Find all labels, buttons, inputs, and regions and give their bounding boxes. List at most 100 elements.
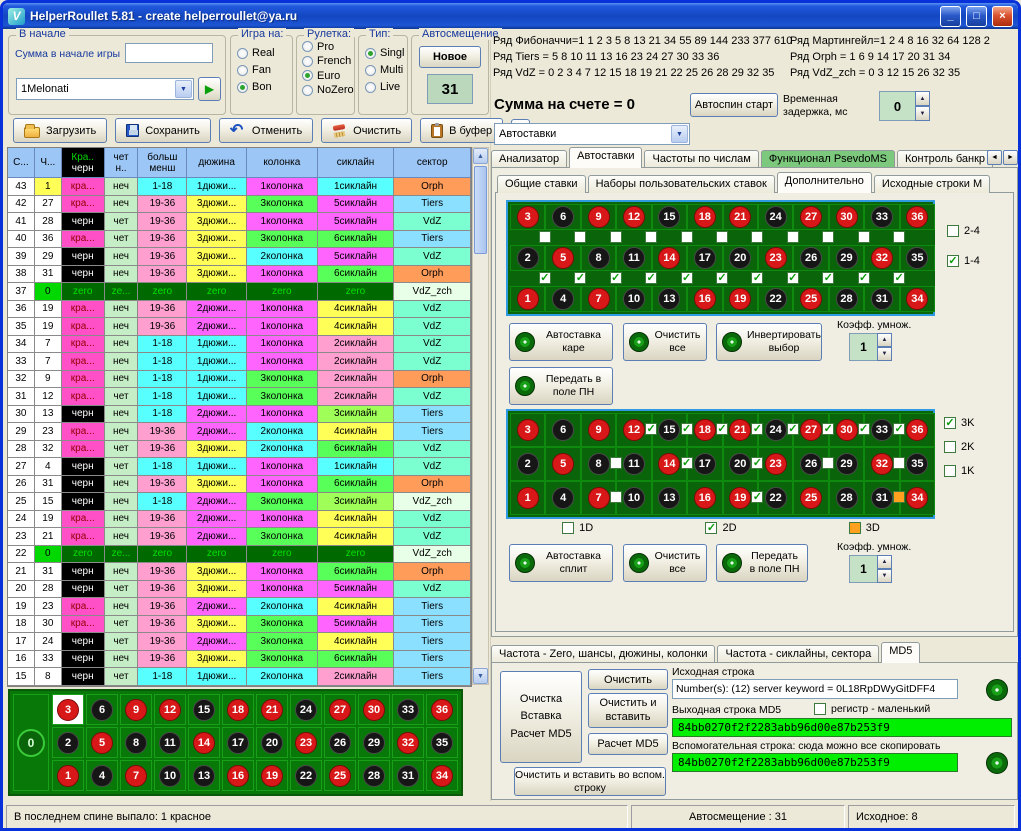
number-cell-9[interactable]: 9 — [581, 413, 616, 447]
bet-checkbox[interactable] — [681, 457, 693, 469]
table-row[interactable]: 2131черннеч19-363дюжи...1колонка6сиклайн… — [8, 563, 471, 581]
number-cell-32[interactable]: 32 — [864, 245, 899, 271]
table-row[interactable]: 2028чернчет19-363дюжи...1колонка5сиклайн… — [8, 581, 471, 599]
preset-dropdown[interactable]: 1Melonati — [16, 78, 194, 100]
number-cell-1[interactable]: 1 — [510, 481, 545, 515]
number-cell-34[interactable]: 34 — [900, 286, 935, 312]
board-number-cell-35[interactable]: 35 — [426, 727, 458, 758]
board-number-cell-20[interactable]: 20 — [256, 727, 288, 758]
number-cell-5[interactable]: 5 — [545, 447, 580, 481]
bet-checkbox[interactable] — [751, 272, 763, 284]
bet-checkbox[interactable] — [716, 423, 728, 435]
bet-checkbox[interactable] — [645, 231, 657, 243]
autostakes-dropdown[interactable]: Автоставки — [494, 123, 690, 145]
koeff-kare-spinner[interactable]: 1 — [849, 333, 892, 361]
board-number-cell-24[interactable]: 24 — [290, 694, 322, 725]
number-cell-25[interactable]: 25 — [793, 286, 828, 312]
table-row[interactable]: 2631черннеч19-363дюжи...1колонка6сиклайн… — [8, 476, 471, 494]
bet-checkbox[interactable] — [893, 491, 905, 503]
board-number-cell-15[interactable]: 15 — [188, 694, 220, 725]
radio-game-bon[interactable]: Bon — [237, 81, 286, 93]
board-number-cell-32[interactable]: 32 — [392, 727, 424, 758]
table-row[interactable]: 3619кра...неч19-362дюжи...1колонка4сикла… — [8, 301, 471, 319]
range-check-1-4[interactable]: 1-4 — [947, 255, 980, 267]
board-number-cell-30[interactable]: 30 — [358, 694, 390, 725]
radio-type-multi[interactable]: Multi — [365, 64, 401, 76]
table-row[interactable]: 3831черннеч19-363дюжи...1колонка6сиклайн… — [8, 266, 471, 284]
bet-checkbox[interactable] — [681, 231, 693, 243]
number-cell-10[interactable]: 10 — [616, 286, 651, 312]
number-cell-28[interactable]: 28 — [829, 286, 864, 312]
number-cell-36[interactable]: 36 — [900, 204, 935, 230]
board-number-cell-2[interactable]: 2 — [52, 727, 84, 758]
board-number-cell-19[interactable]: 19 — [256, 760, 288, 791]
toolbar-button-сохранить[interactable]: Сохранить — [115, 118, 211, 143]
dropdown-arrow-icon[interactable] — [175, 80, 192, 98]
number-cell-33[interactable]: 33 — [864, 204, 899, 230]
table-row[interactable]: 370zeroze...zerozerozerozeroVdZ_zch — [8, 283, 471, 301]
bet-checkbox[interactable] — [787, 231, 799, 243]
table-row[interactable]: 2419кра...неч19-362дюжи...1колонка4сикла… — [8, 511, 471, 529]
bet-checkbox[interactable] — [539, 272, 551, 284]
number-cell-28[interactable]: 28 — [829, 481, 864, 515]
table-row[interactable]: 2515черннеч1-182дюжи...3колонка3сиклайнV… — [8, 493, 471, 511]
bet-checkbox[interactable] — [751, 491, 763, 503]
start-sum-input[interactable] — [125, 43, 213, 63]
radio-roulette-nozero[interactable]: NoZero — [302, 84, 349, 96]
number-cell-16[interactable]: 16 — [687, 481, 722, 515]
board-number-cell-23[interactable]: 23 — [290, 727, 322, 758]
table-row[interactable]: 3519кра...неч19-362дюжи...1колонка4сикла… — [8, 318, 471, 336]
dozen-check-3d[interactable]: 3D — [849, 522, 880, 534]
board-number-cell-3[interactable]: 3 — [52, 694, 84, 725]
board-number-cell-17[interactable]: 17 — [222, 727, 254, 758]
board-number-cell-11[interactable]: 11 — [154, 727, 186, 758]
number-cell-24[interactable]: 24 — [758, 204, 793, 230]
transfer-kare-button[interactable]: Передать в поле ПН — [509, 367, 613, 405]
autostake-split-button[interactable]: Автоставка сплит — [509, 544, 613, 582]
bet-checkbox[interactable] — [849, 522, 861, 534]
number-cell-1[interactable]: 1 — [510, 286, 545, 312]
number-cell-2[interactable]: 2 — [510, 447, 545, 481]
table-scrollbar[interactable] — [472, 147, 489, 685]
board-number-cell-1[interactable]: 1 — [52, 760, 84, 791]
bet-checkbox[interactable] — [610, 231, 622, 243]
board-number-cell-6[interactable]: 6 — [86, 694, 118, 725]
scrollbar-thumb[interactable] — [474, 166, 487, 254]
scroll-up-button[interactable] — [473, 148, 488, 164]
number-cell-4[interactable]: 4 — [545, 481, 580, 515]
table-row[interactable]: 1830кра...чет19-363дюжи...3колонка5сикла… — [8, 616, 471, 634]
number-cell-11[interactable]: 11 — [616, 245, 651, 271]
number-cell-20[interactable]: 20 — [723, 245, 758, 271]
bet-checkbox[interactable] — [751, 423, 763, 435]
sub-tab-исходные-строки-м[interactable]: Исходные строки М — [874, 175, 990, 193]
bottom-tab-частота-сиклайны-сектора[interactable]: Частота - сиклайны, сектора — [717, 645, 879, 663]
koeff-split-spinner[interactable]: 1 — [849, 555, 892, 583]
board-number-cell-14[interactable]: 14 — [188, 727, 220, 758]
bet-checkbox[interactable] — [787, 423, 799, 435]
board-number-cell-10[interactable]: 10 — [154, 760, 186, 791]
board-number-cell-33[interactable]: 33 — [392, 694, 424, 725]
checkbox-icon[interactable] — [814, 703, 826, 715]
zero-cell[interactable]: 0 — [13, 694, 49, 791]
board-number-cell-8[interactable]: 8 — [120, 727, 152, 758]
board-number-cell-16[interactable]: 16 — [222, 760, 254, 791]
board-number-cell-13[interactable]: 13 — [188, 760, 220, 791]
bet-checkbox[interactable] — [681, 423, 693, 435]
board-number-cell-18[interactable]: 18 — [222, 694, 254, 725]
board-number-cell-26[interactable]: 26 — [324, 727, 356, 758]
bet-checkbox[interactable] — [893, 231, 905, 243]
table-row[interactable]: 3013черннеч1-182дюжи...1колонка3сиклайнT… — [8, 406, 471, 424]
invert-selection-button[interactable]: Инвертировать выбор — [716, 323, 822, 361]
md5-big-button[interactable]: Очистка Вставка Расчет MD5 — [500, 671, 582, 763]
clear-paste-aux-button[interactable]: Очистить и вставить во вспом. строку — [514, 767, 666, 796]
bet-checkbox[interactable] — [716, 231, 728, 243]
table-row[interactable]: 3929черннеч19-363дюжи...2колонка5сиклайн… — [8, 248, 471, 266]
scrollbar-track[interactable] — [473, 164, 488, 668]
clear-all-split-button[interactable]: Очистить все — [623, 544, 707, 582]
bet-checkbox[interactable] — [751, 231, 763, 243]
autostake-kare-button[interactable]: Автоставка каре — [509, 323, 613, 361]
number-cell-19[interactable]: 19 — [723, 286, 758, 312]
transfer-split-button[interactable]: Передать в поле ПН — [716, 544, 808, 582]
radio-roulette-french[interactable]: French — [302, 55, 349, 67]
bet-checkbox[interactable] — [893, 457, 905, 469]
